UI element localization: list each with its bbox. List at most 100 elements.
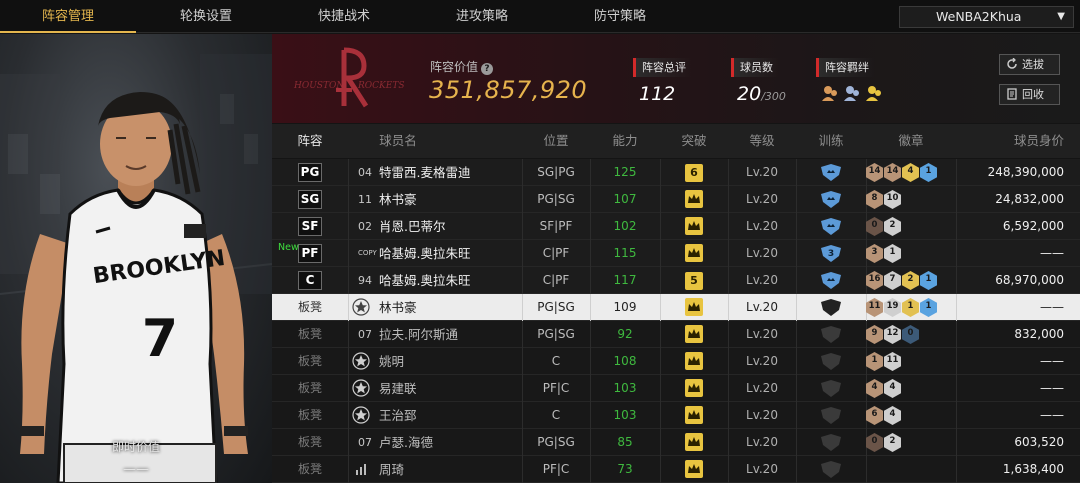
player-name[interactable]: 哈基姆.奥拉朱旺 [379, 267, 470, 294]
table-row[interactable]: 板凳 姚明 C 108 Lv.20 1 11 —— [272, 348, 1080, 375]
lineup-value: 351,857,920 [429, 76, 588, 104]
badge-hexagon: 4 [866, 379, 883, 398]
badge-count: 0 [907, 328, 914, 338]
training-shield-icon[interactable] [820, 326, 842, 343]
player-name[interactable]: 特雷西.麦格雷迪 [379, 159, 470, 186]
player-name[interactable]: 哈基姆.奥拉朱旺 [379, 240, 470, 267]
badge-hexagon: 16 [866, 271, 883, 290]
crown-icon[interactable]: 6 [685, 164, 703, 182]
bench-label: 板凳 [297, 408, 322, 422]
player-name[interactable]: 易建联 [379, 375, 417, 402]
table-row[interactable]: 板凳 王治郅 C 103 Lv.20 6 4 —— [272, 402, 1080, 429]
crown-icon[interactable]: 5 [685, 272, 703, 290]
badge-count: 1 [925, 166, 932, 176]
training-shield-icon[interactable] [820, 191, 842, 208]
player-level: Lv.20 [746, 354, 778, 368]
tab-defense[interactable]: 防守策略 [552, 0, 688, 33]
col-badges[interactable]: 徽章 [866, 124, 956, 158]
player-name[interactable]: 王治郅 [379, 402, 417, 429]
training-shield-icon[interactable]: 3 [820, 245, 842, 262]
training-shield-icon[interactable] [820, 164, 842, 181]
badge-count: 2 [889, 220, 896, 230]
crown-icon[interactable] [685, 298, 703, 316]
bond-icon-3[interactable] [866, 86, 881, 101]
tab-lineup[interactable]: 阵容管理 [0, 0, 136, 33]
table-row[interactable]: PG 04 特雷西.麦格雷迪 SG|PG 125 6 Lv.20 14 14 4 1 248,390,… [272, 159, 1080, 186]
svg-text:7: 7 [142, 309, 178, 369]
training-shield-icon[interactable] [820, 380, 842, 397]
player-level: Lv.20 [746, 381, 778, 395]
table-row[interactable]: SF 02 肖恩.巴蒂尔 SF|PF 102 Lv.20 0 2 6,592,000 [272, 213, 1080, 240]
badge-count: 16 [868, 274, 881, 284]
player-card[interactable]: BROOKLYN 7 即时价值 —— [0, 34, 272, 483]
col-position[interactable]: 位置 [522, 124, 590, 158]
slot-cell: SG [272, 186, 348, 213]
tab-offense[interactable]: 进攻策略 [414, 0, 550, 33]
position-slot[interactable]: SF [298, 217, 322, 236]
table-row[interactable]: C 94 哈基姆.奥拉朱旺 C|PF 117 5 Lv.20 16 7 2 1 68,970,000 [272, 267, 1080, 294]
player-name[interactable]: 肖恩.巴蒂尔 [379, 213, 445, 240]
tab-rotation[interactable]: 轮换设置 [138, 0, 274, 33]
col-level[interactable]: 等级 [728, 124, 796, 158]
player-name[interactable]: 林书豪 [379, 294, 417, 321]
position-slot[interactable]: PF [298, 244, 322, 263]
table-row[interactable]: 板凳 易建联 PF|C 103 Lv.20 4 4 —— [272, 375, 1080, 402]
col-salary[interactable]: 球员身价 [956, 124, 1080, 158]
player-ability: 92 [617, 327, 633, 341]
table-row[interactable]: PF New COPY 哈基姆.奥拉朱旺 C|PF 115 Lv.20 3 3 1 —— [272, 240, 1080, 267]
training-shield-icon[interactable] [820, 353, 842, 370]
badge-hexagon: 1 [884, 244, 901, 263]
crown-icon[interactable] [685, 433, 703, 451]
svg-text:3: 3 [828, 249, 834, 259]
badge-count: 2 [889, 436, 896, 446]
player-level: Lv.20 [746, 462, 778, 476]
table-row[interactable]: 板凳 林书豪 PG|SG 109 Lv.20 11 19 1 1 —— [272, 294, 1080, 321]
recycle-button-label: 回收 [1022, 88, 1044, 101]
bond-icon-1[interactable] [822, 86, 837, 101]
col-training[interactable]: 训练 [796, 124, 866, 158]
training-shield-icon[interactable] [820, 434, 842, 451]
crown-icon[interactable] [685, 379, 703, 397]
training-shield-icon[interactable] [820, 407, 842, 424]
position-slot[interactable]: PG [298, 163, 322, 182]
col-breakthrough[interactable]: 突破 [660, 124, 728, 158]
col-ability[interactable]: 能力 [590, 124, 660, 158]
select-button[interactable]: 选拔 [999, 54, 1060, 75]
crown-icon[interactable] [685, 325, 703, 343]
player-ability: 73 [617, 462, 633, 476]
crown-icon[interactable] [685, 244, 703, 262]
tab-quick-tactics[interactable]: 快捷战术 [276, 0, 412, 33]
player-name[interactable]: 周琦 [379, 456, 404, 483]
player-name[interactable]: 拉夫.阿尔斯通 [379, 321, 458, 348]
user-dropdown[interactable]: WeNBA2Khua ▼ [899, 6, 1074, 28]
player-ability: 103 [613, 381, 637, 395]
bond-icon-2[interactable] [844, 86, 859, 101]
player-salary: —— [1040, 354, 1064, 368]
player-name[interactable]: 林书豪 [379, 186, 417, 213]
position-slot[interactable]: SG [298, 190, 322, 209]
badge-count: 1 [889, 247, 896, 257]
position-slot[interactable]: C [298, 271, 322, 290]
crown-icon[interactable] [685, 460, 703, 478]
help-icon[interactable]: ? [481, 63, 494, 75]
badge-count: 0 [871, 436, 878, 446]
badge-hexagon: 12 [884, 325, 901, 344]
col-slot[interactable]: 阵容 [272, 124, 348, 158]
crown-icon[interactable] [685, 217, 703, 235]
table-row[interactable]: 板凳 07 拉夫.阿尔斯通 PG|SG 92 Lv.20 9 12 0 832,000 [272, 321, 1080, 348]
training-shield-icon[interactable] [820, 461, 842, 478]
crown-icon[interactable] [685, 190, 703, 208]
player-name[interactable]: 姚明 [379, 348, 404, 375]
training-shield-icon[interactable] [820, 272, 842, 289]
table-row[interactable]: SG 11 林书豪 PG|SG 107 Lv.20 8 10 24,832,000 [272, 186, 1080, 213]
player-name[interactable]: 卢瑟.海德 [379, 429, 433, 456]
recycle-button[interactable]: 回收 [999, 84, 1060, 105]
training-shield-icon[interactable] [820, 218, 842, 235]
col-name[interactable]: 球员名 [348, 124, 448, 158]
crown-icon[interactable] [685, 352, 703, 370]
table-row[interactable]: 板凳 周琦 PF|C 73 Lv.20 1,638,400 [272, 456, 1080, 483]
crown-icon[interactable] [685, 406, 703, 424]
training-shield-icon[interactable] [820, 299, 842, 316]
bond-icons[interactable] [816, 83, 886, 107]
table-row[interactable]: 板凳 07 卢瑟.海德 PG|SG 85 Lv.20 0 2 603,520 [272, 429, 1080, 456]
